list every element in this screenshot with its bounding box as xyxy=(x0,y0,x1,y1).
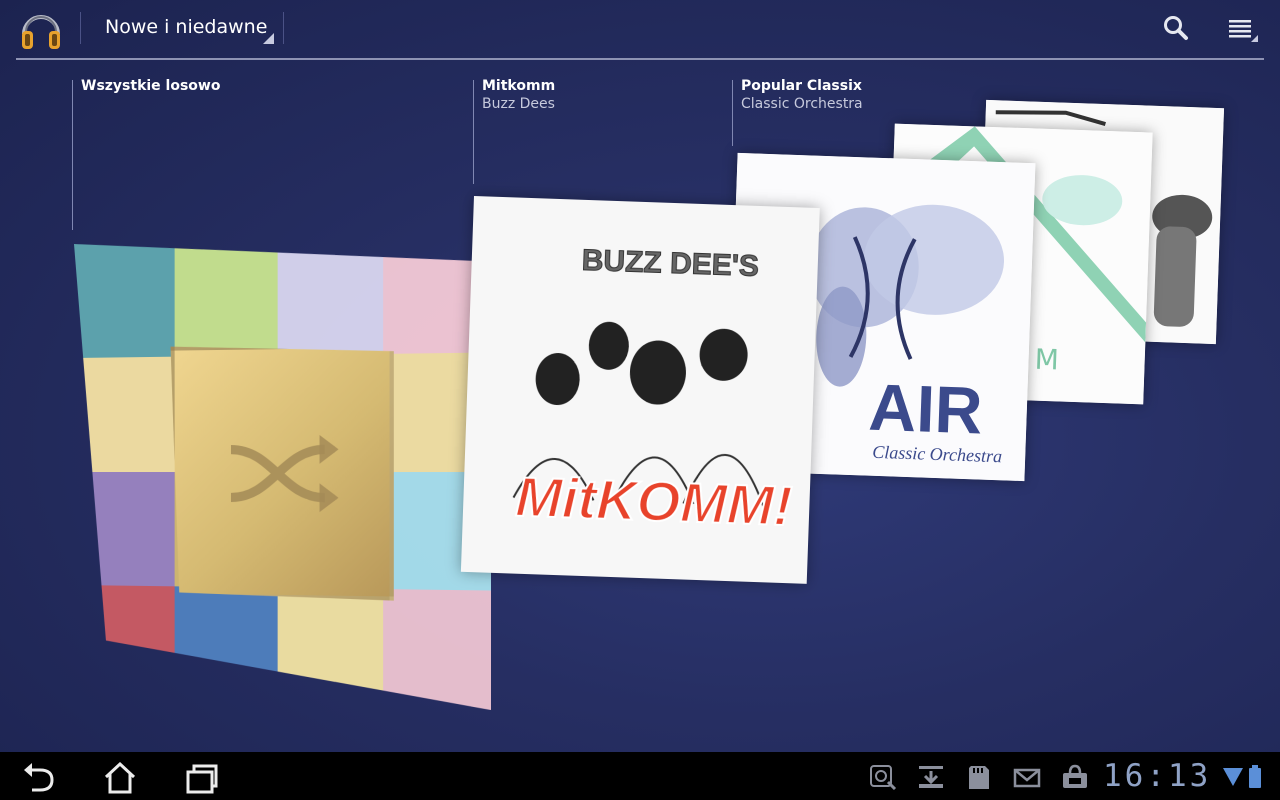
buzz-dees-logo-text: BUZZ DEE'S xyxy=(581,244,759,283)
gmail-icon[interactable] xyxy=(1012,764,1042,790)
label-bar xyxy=(473,80,474,184)
download-icon[interactable] xyxy=(916,764,946,790)
search-button[interactable] xyxy=(1154,6,1198,50)
album-art-mitkomm[interactable]: BUZZ DEE'S MitKOMM! xyxy=(460,196,820,584)
action-bar-divider xyxy=(16,58,1264,60)
shuffle-icon xyxy=(175,348,390,597)
action-bar: Nowe i niedawne xyxy=(0,0,1280,58)
sd-card-icon[interactable] xyxy=(964,764,994,790)
shuffle-color-cell xyxy=(74,472,175,587)
label-bar xyxy=(72,80,73,230)
shuffle-color-cell xyxy=(74,241,175,357)
item-title: Mitkomm xyxy=(482,78,556,94)
battery-icon[interactable] xyxy=(1248,764,1262,790)
status-clock: 16:13 xyxy=(1103,758,1212,794)
nav-dropdown[interactable]: Nowe i niedawne xyxy=(82,0,282,56)
item-title: Popular Classix xyxy=(741,78,862,94)
item-title: Wszystkie losowo xyxy=(81,78,221,94)
nav-dropdown-label: Nowe i niedawne xyxy=(105,16,268,38)
recent-apps-button[interactable] xyxy=(180,760,224,794)
headphones-icon[interactable] xyxy=(18,6,64,52)
shuffle-color-cell xyxy=(383,589,491,710)
shuffle-color-cell xyxy=(278,236,383,355)
debug-icon[interactable] xyxy=(868,764,898,791)
home-icon xyxy=(104,761,136,794)
item-subtitle: Classic Orchestra xyxy=(741,96,863,112)
mitkomm-illustration: BUZZ DEE'S MitKOMM! xyxy=(460,196,820,584)
menu-icon xyxy=(1229,20,1258,42)
wifi-icon[interactable] xyxy=(1222,764,1244,790)
label-bar xyxy=(732,80,733,146)
system-status-bar xyxy=(0,752,1280,800)
menu-button[interactable] xyxy=(1220,6,1264,50)
m-letter: M xyxy=(1034,343,1059,377)
search-icon xyxy=(1164,16,1188,40)
dropdown-triangle-icon xyxy=(263,33,274,44)
back-button[interactable] xyxy=(18,760,62,794)
shuffle-color-cell xyxy=(74,356,175,471)
item-subtitle: Buzz Dees xyxy=(482,96,555,112)
market-icon[interactable] xyxy=(1060,764,1090,790)
shuffle-all-tile[interactable] xyxy=(74,233,491,710)
mitkomm-logo-text: MitKOMM! xyxy=(514,465,793,538)
shuffle-color-cell xyxy=(74,585,175,701)
shuffle-color-cell xyxy=(175,587,278,705)
shuffle-center-panel xyxy=(171,343,394,600)
air-logo-text: AIR xyxy=(868,370,984,448)
divider xyxy=(80,12,81,44)
shuffle-color-cell xyxy=(278,588,383,707)
recent-apps-icon xyxy=(186,764,218,794)
home-button[interactable] xyxy=(98,760,142,794)
back-icon xyxy=(24,763,54,792)
divider xyxy=(283,12,284,44)
shuffle-color-cell xyxy=(175,239,278,357)
